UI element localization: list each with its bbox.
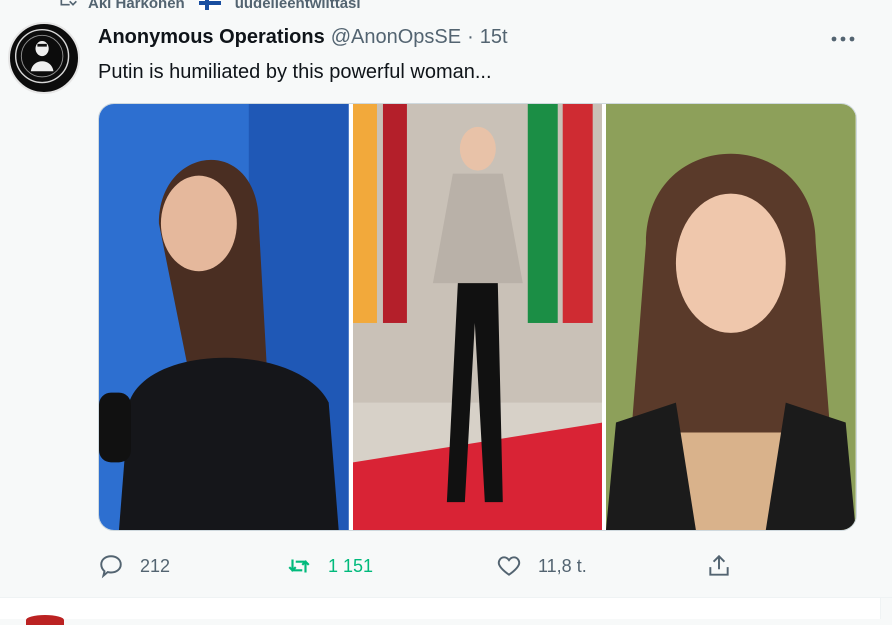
retweet-button[interactable]: 1 151 (286, 548, 373, 584)
author-avatar[interactable] (8, 22, 80, 94)
like-button[interactable]: 11,8 t. (496, 548, 587, 584)
retweet-banner-user[interactable]: Aki Härkönen (88, 0, 185, 12)
retweet-banner: Aki Härkönen uudelleentwiittasi (58, 0, 361, 14)
next-tweet-avatar[interactable] (26, 615, 64, 625)
like-count: 11,8 t. (538, 555, 587, 576)
reply-button[interactable]: 212 (98, 548, 170, 584)
retweet-count: 1 151 (328, 555, 374, 576)
more-options-button[interactable] (828, 24, 858, 54)
tweet-header: Anonymous Operations @AnonOpsSE · 15t (98, 26, 508, 49)
header-separator: · (467, 26, 474, 48)
author-name[interactable]: Anonymous Operations (98, 26, 325, 49)
tweet-photo-1[interactable] (99, 104, 349, 530)
share-icon (709, 554, 729, 576)
tweet-text: Putin is humiliated by this powerful wom… (98, 61, 492, 83)
author-handle[interactable]: @AnonOpsSE (331, 26, 461, 49)
retweet-icon (60, 0, 77, 6)
retweet-icon (288, 559, 310, 573)
reply-icon (100, 555, 122, 579)
tweet-time[interactable]: 15t (480, 26, 508, 49)
tweet-photo-3[interactable] (606, 104, 856, 530)
share-button[interactable] (706, 548, 732, 584)
tweet-photo-2[interactable] (352, 104, 603, 530)
retweet-banner-action: uudelleentwiittasi (234, 0, 361, 12)
tweet-media[interactable] (98, 103, 857, 531)
tweet-actions: 212 1 151 11,8 t. (98, 548, 738, 584)
reply-count: 212 (140, 555, 171, 576)
next-tweet[interactable] (0, 598, 881, 625)
more-icon (831, 36, 855, 42)
finland-flag-icon (198, 0, 221, 10)
heart-icon (497, 556, 521, 576)
